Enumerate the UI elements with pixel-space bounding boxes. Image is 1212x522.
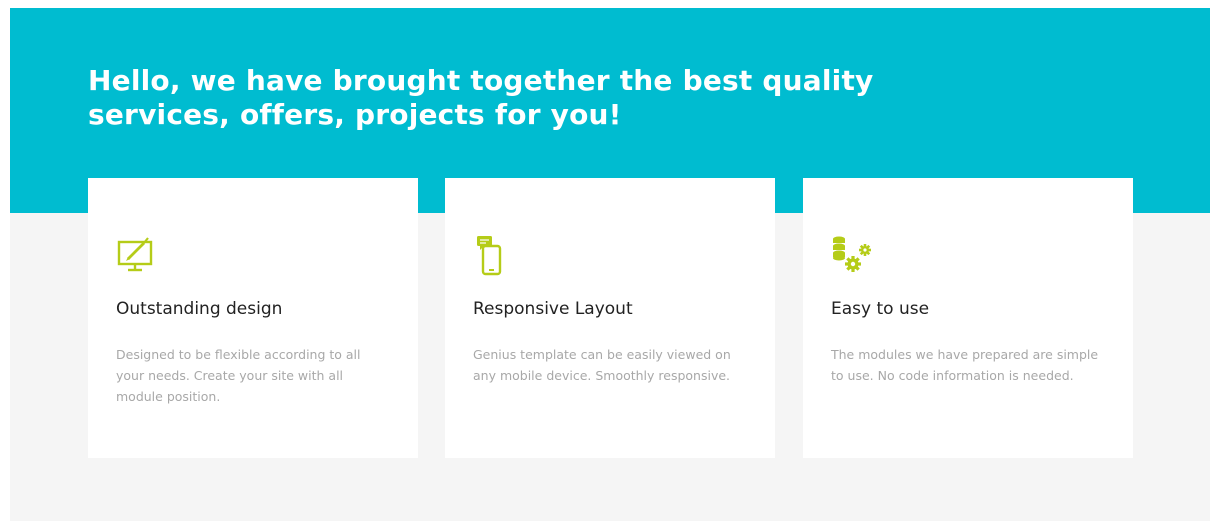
feature-description: Genius template can be easily viewed on … bbox=[473, 347, 731, 383]
mobile-chat-icon bbox=[477, 236, 502, 276]
feature-description: The modules we have prepared are simple … bbox=[831, 347, 1099, 383]
feature-card-easy: Easy to use The modules we have prepared… bbox=[803, 178, 1133, 458]
page-frame: Hello, we have brought together the best… bbox=[10, 8, 1210, 521]
feature-title: Outstanding design bbox=[116, 299, 283, 319]
feature-card-design: Outstanding design Designed to be flexib… bbox=[88, 178, 418, 458]
feature-description: Designed to be flexible according to all… bbox=[116, 347, 361, 404]
hero-title: Hello, we have brought together the best… bbox=[88, 64, 874, 131]
feature-card-responsive: Responsive Layout Genius template can be… bbox=[445, 178, 775, 458]
database-gears-icon bbox=[833, 236, 871, 272]
feature-title: Easy to use bbox=[831, 299, 930, 319]
feature-cards: Outstanding design Designed to be flexib… bbox=[88, 178, 1134, 458]
monitor-pen-icon bbox=[117, 237, 153, 272]
feature-title: Responsive Layout bbox=[473, 299, 633, 319]
